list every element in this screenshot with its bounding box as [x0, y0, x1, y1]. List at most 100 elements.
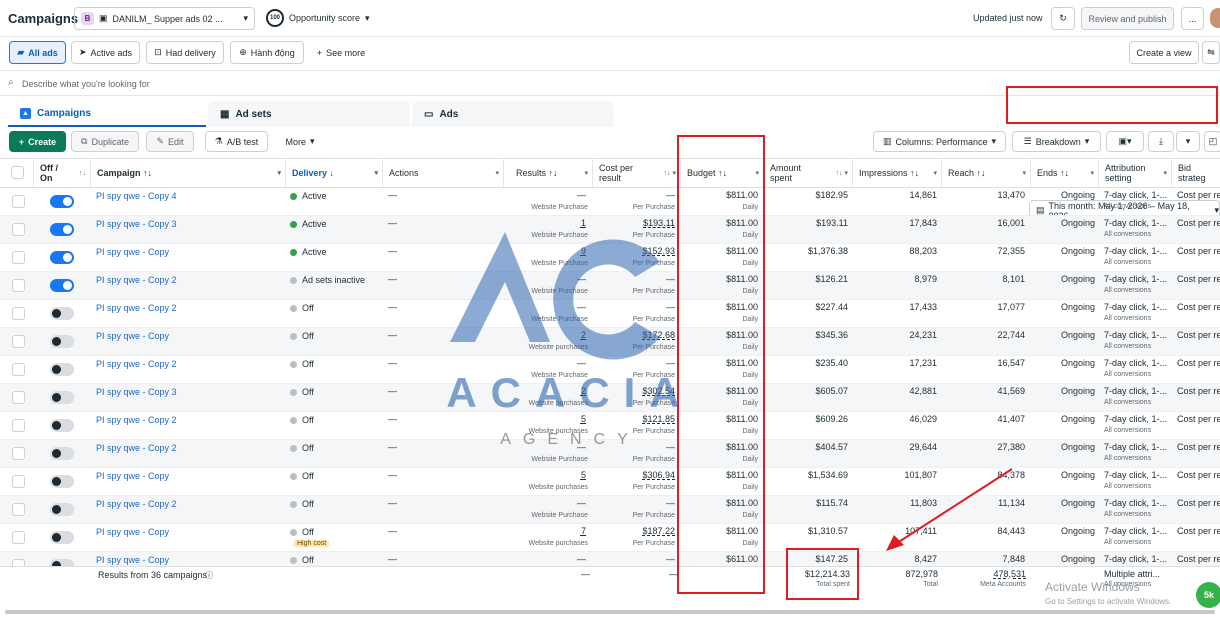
refresh-button[interactable]: ↻ [1051, 7, 1075, 30]
campaign-toggle[interactable] [50, 335, 74, 348]
more-options-button[interactable]: ... [1181, 7, 1204, 30]
row-checkbox[interactable] [12, 531, 25, 544]
campaign-name-link[interactable]: PI spy qwe - Copy 3 [96, 219, 177, 229]
row-checkbox[interactable] [12, 447, 25, 460]
campaign-name-link[interactable]: PI spy qwe - Copy [96, 331, 169, 341]
campaign-toggle[interactable] [50, 279, 74, 292]
action-toolbar: + Create ⧉ Duplicate ✎ Edit ⚗ A/B test More ▾… [0, 129, 1220, 157]
col-amount-spent[interactable]: Amount spent ↑↓ ▾ [764, 159, 853, 187]
table-row[interactable]: PI spy qwe - Copy Off — 5 Website purcha… [0, 468, 1220, 496]
campaign-toggle[interactable] [50, 503, 74, 516]
table-row[interactable]: PI spy qwe - Copy Active — 9 Website Pur… [0, 244, 1220, 272]
col-campaign[interactable]: Campaign ↑↓ ▾ [91, 159, 286, 187]
col-attribution[interactable]: Attribution setting ▾ [1099, 159, 1172, 187]
row-checkbox[interactable] [12, 195, 25, 208]
table-row[interactable]: PI spy qwe - Copy 3 Off — 2 Website purc… [0, 384, 1220, 412]
table-row[interactable]: PI spy qwe - Copy 4 Active — — Website P… [0, 188, 1220, 216]
filter-active-ads[interactable]: ➤ Active ads [71, 41, 140, 64]
row-checkbox[interactable] [12, 335, 25, 348]
filter-had-delivery[interactable]: ⊡ Had delivery [146, 41, 224, 64]
more-button[interactable]: More ▾ [276, 131, 324, 152]
col-delivery[interactable]: Delivery ↓ ▾ [286, 159, 383, 187]
campaign-name-link[interactable]: PI spy qwe - Copy 3 [96, 387, 177, 397]
row-checkbox[interactable] [12, 391, 25, 404]
table-row[interactable]: PI spy qwe - Copy Off High cost — 7 Webs… [0, 524, 1220, 552]
campaign-name-link[interactable]: PI spy qwe - Copy [96, 527, 169, 537]
table-row[interactable]: PI spy qwe - Copy 2 Off — — Website Purc… [0, 356, 1220, 384]
tab-adsets[interactable]: ▦ Ad sets [208, 101, 410, 127]
avatar[interactable] [1210, 8, 1220, 28]
campaign-name-link[interactable]: PI spy qwe - Copy [96, 471, 169, 481]
col-reach[interactable]: Reach ↑↓ ▾ [942, 159, 1031, 187]
breakdown-button[interactable]: ☰ Breakdown ▾ [1012, 131, 1101, 152]
campaign-toggle[interactable] [50, 195, 74, 208]
campaign-name-link[interactable]: PI spy qwe - Copy 2 [96, 415, 177, 425]
table-row[interactable]: PI spy qwe - Copy Off — 2 Website purcha… [0, 328, 1220, 356]
row-checkbox[interactable] [12, 475, 25, 488]
export-dropdown[interactable]: ▾ [1176, 131, 1200, 152]
table-row[interactable]: PI spy qwe - Copy 2 Off — 5 Website purc… [0, 412, 1220, 440]
ab-test-button[interactable]: ⚗ A/B test [205, 131, 268, 152]
reach-value: 41,569 [997, 386, 1025, 396]
review-publish-button[interactable]: Review and publish [1081, 7, 1174, 30]
campaign-toggle[interactable] [50, 251, 74, 264]
col-impressions[interactable]: Impressions ↑↓ ▾ [853, 159, 942, 187]
campaign-toggle[interactable] [50, 531, 74, 544]
select-all-checkbox[interactable] [11, 166, 24, 179]
export-button[interactable]: ⤓ [1148, 131, 1174, 152]
campaign-name-link[interactable]: PI spy qwe - Copy 2 [96, 275, 177, 285]
col-ends[interactable]: Ends ↑↓ ▾ [1031, 159, 1099, 187]
campaign-toggle[interactable] [50, 223, 74, 236]
campaign-toggle[interactable] [50, 475, 74, 488]
columns-button[interactable]: ▥ Columns: Performance ▾ [873, 131, 1006, 152]
col-cost-per-result[interactable]: Cost per result ↑↓ ▾ [593, 159, 681, 187]
row-checkbox[interactable] [12, 251, 25, 264]
table-row[interactable]: PI spy qwe - Copy 2 Off — — Website Purc… [0, 300, 1220, 328]
reports-button[interactable]: ▣▾ [1106, 131, 1144, 152]
table-row[interactable]: PI spy qwe - Copy 2 Ad sets inactive — —… [0, 272, 1220, 300]
horizontal-scrollbar[interactable] [5, 610, 1215, 614]
duplicate-button[interactable]: ⧉ Duplicate [71, 131, 139, 152]
table-row[interactable]: PI spy qwe - Copy 2 Off — — Website Purc… [0, 440, 1220, 468]
campaign-toggle[interactable] [50, 419, 74, 432]
create-view-button[interactable]: Create a view [1129, 41, 1199, 64]
table-row[interactable]: PI spy qwe - Copy 3 Active — 1 Website P… [0, 216, 1220, 244]
campaign-toggle[interactable] [50, 307, 74, 320]
row-checkbox[interactable] [12, 223, 25, 236]
chart-button[interactable]: ◰ [1204, 131, 1220, 152]
col-results[interactable]: Results ↑↓ ▾ [504, 159, 593, 187]
campaign-name-link[interactable]: PI spy qwe - Copy [96, 555, 169, 565]
filter-all-ads[interactable]: ▰ All ads [9, 41, 66, 64]
col-actions[interactable]: Actions ▾ [383, 159, 504, 187]
campaign-toggle[interactable] [50, 363, 74, 376]
table-row[interactable]: PI spy qwe - Copy 2 Off — — Website Purc… [0, 496, 1220, 524]
account-selector[interactable]: B ▣ DANILM_ Supper ads 02 ... ▾ [74, 7, 255, 30]
reach-value: 27,380 [997, 442, 1025, 452]
row-checkbox[interactable] [12, 503, 25, 516]
cpr-sub: Per Purchase [632, 232, 675, 239]
tab-campaigns[interactable]: ▲ Campaigns [8, 101, 206, 127]
col-offon[interactable]: Off / On ↑↓ [34, 159, 91, 187]
filter-hanh-dong[interactable]: ⊕ Hành động [230, 41, 304, 64]
campaign-name-link[interactable]: PI spy qwe - Copy 2 [96, 359, 177, 369]
col-bid-strategy[interactable]: Bid strateg [1172, 159, 1220, 187]
row-checkbox[interactable] [12, 363, 25, 376]
opportunity-score-button[interactable]: 100 Opportunity score ▾ [266, 9, 370, 27]
create-button[interactable]: + Create [9, 131, 66, 152]
row-checkbox[interactable] [12, 307, 25, 320]
campaign-name-link[interactable]: PI spy qwe - Copy 2 [96, 499, 177, 509]
search-input[interactable]: Describe what you're looking for [22, 79, 150, 89]
campaign-name-link[interactable]: PI spy qwe - Copy 2 [96, 443, 177, 453]
tab-ads[interactable]: ▭ Ads [412, 101, 614, 127]
campaign-name-link[interactable]: PI spy qwe - Copy 2 [96, 303, 177, 313]
help-bubble[interactable]: 5k [1196, 582, 1220, 608]
row-checkbox[interactable] [12, 419, 25, 432]
campaign-toggle[interactable] [50, 391, 74, 404]
edit-button[interactable]: ✎ Edit [146, 131, 194, 152]
campaign-toggle[interactable] [50, 447, 74, 460]
see-more-button[interactable]: + See more [308, 41, 374, 64]
filter-settings-button[interactable]: ⇋ [1202, 41, 1220, 64]
campaign-name-link[interactable]: PI spy qwe - Copy [96, 247, 169, 257]
row-checkbox[interactable] [12, 279, 25, 292]
campaign-name-link[interactable]: PI spy qwe - Copy 4 [96, 191, 177, 201]
